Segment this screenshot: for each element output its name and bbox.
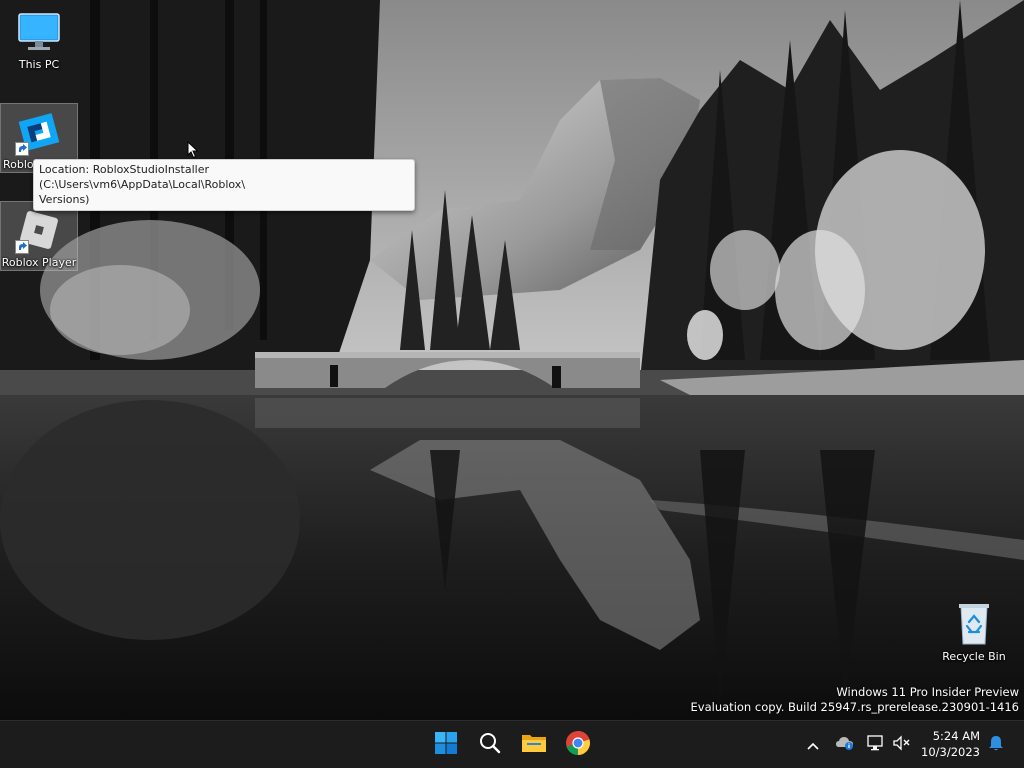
recycle-bin-icon xyxy=(950,600,998,648)
file-explorer-icon xyxy=(521,731,547,759)
tooltip-line-1: Location: RobloxStudioInstaller (C:\User… xyxy=(39,163,246,191)
network-tray-button[interactable] xyxy=(866,735,886,755)
taskbar-clock[interactable]: 5:24 AM 10/3/2023 xyxy=(921,728,980,760)
windows-evaluation-watermark: Windows 11 Pro Insider Preview Evaluatio… xyxy=(691,685,1019,715)
watermark-edition: Windows 11 Pro Insider Preview xyxy=(836,685,1019,699)
desktop-icon-roblox-player[interactable]: Roblox Player xyxy=(0,201,78,271)
onedrive-icon xyxy=(835,735,855,755)
icon-location-tooltip: Location: RobloxStudioInstaller (C:\User… xyxy=(33,159,415,211)
desktop-icon-recycle-bin[interactable]: Recycle Bin xyxy=(936,596,1012,664)
chrome-button[interactable] xyxy=(560,727,596,763)
volume-tray-button[interactable] xyxy=(892,735,912,755)
start-button[interactable] xyxy=(428,727,464,763)
monitor-icon xyxy=(15,8,63,56)
watermark-build: Evaluation copy. Build 25947.rs_prerelea… xyxy=(690,700,1019,714)
onedrive-tray-button[interactable] xyxy=(835,735,855,755)
clock-time: 5:24 AM xyxy=(932,729,980,743)
desktop-wallpaper xyxy=(0,0,1024,720)
search-button[interactable] xyxy=(472,727,508,763)
mouse-cursor-icon xyxy=(187,140,199,163)
desktop-icon-label: This PC xyxy=(18,58,60,71)
desktop-icon-this-pc[interactable]: This PC xyxy=(1,4,77,74)
roblox-player-icon xyxy=(15,206,63,254)
clock-date: 10/3/2023 xyxy=(921,745,980,759)
chrome-icon xyxy=(565,730,591,760)
file-explorer-button[interactable] xyxy=(516,727,552,763)
start-icon xyxy=(434,731,458,759)
search-icon xyxy=(478,731,502,759)
network-icon xyxy=(866,734,886,756)
notification-bell-icon xyxy=(987,734,1005,756)
shortcut-arrow-icon xyxy=(15,142,29,156)
desktop-icon-label: Recycle Bin xyxy=(942,650,1006,663)
chevron-up-icon xyxy=(806,736,820,755)
shortcut-arrow-icon xyxy=(15,240,29,254)
tooltip-line-2: Versions) xyxy=(39,193,90,206)
notification-button[interactable] xyxy=(986,735,1006,755)
volume-muted-icon xyxy=(892,734,912,756)
roblox-studio-icon xyxy=(15,108,63,156)
taskbar: 5:24 AM 10/3/2023 xyxy=(0,720,1024,768)
desktop-icon-label: Roblox Player xyxy=(1,256,77,269)
show-hidden-icons-button[interactable] xyxy=(803,735,823,755)
